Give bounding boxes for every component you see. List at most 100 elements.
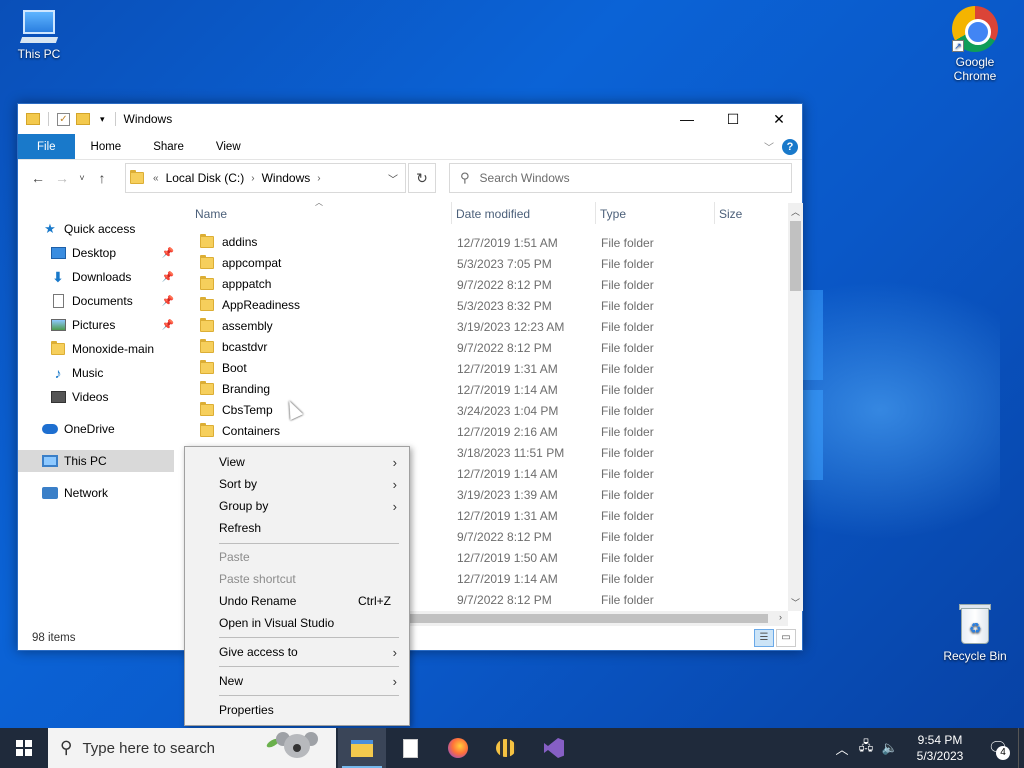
menu-item-new[interactable]: New › xyxy=(185,670,409,692)
chevron-right-icon[interactable]: › xyxy=(251,173,254,184)
file-row[interactable]: CbsTemp 3/24/2023 1:04 PM File folder xyxy=(188,400,788,421)
file-type: File folder xyxy=(601,425,654,439)
file-row[interactable]: AppReadiness 5/3/2023 8:32 PM File folder xyxy=(188,295,788,316)
menu-item-undo-rename[interactable]: Undo Rename Ctrl+Z xyxy=(185,590,409,612)
koala-search-highlight-icon[interactable] xyxy=(265,730,330,766)
file-row[interactable]: assembly 3/19/2023 12:23 AM File folder xyxy=(188,316,788,337)
help-icon[interactable]: ? xyxy=(782,138,798,155)
taskbar-search-box[interactable]: ⚲ Type here to search xyxy=(48,728,336,768)
taskbar-notepad[interactable] xyxy=(386,728,434,768)
address-bar[interactable]: « Local Disk (C:) › Windows › ﹀ xyxy=(125,163,406,193)
details-view-icon[interactable]: ☰ xyxy=(754,629,774,647)
scroll-thumb[interactable] xyxy=(408,614,768,623)
nav-downloads[interactable]: ⬇ Downloads 📌 xyxy=(50,266,174,288)
tab-share[interactable]: Share xyxy=(137,134,200,159)
column-divider[interactable] xyxy=(451,202,452,224)
file-row[interactable]: addins 12/7/2019 1:51 AM File folder xyxy=(188,232,788,253)
nav-network[interactable]: Network xyxy=(42,482,178,504)
chevron-right-icon[interactable]: › xyxy=(317,173,320,184)
properties-quick-icon[interactable]: ✓ xyxy=(57,112,70,126)
nav-this-pc[interactable]: This PC xyxy=(18,450,174,472)
recent-locations-chevron-icon[interactable]: ˅ xyxy=(74,173,90,183)
desktop-icon-recycle-bin[interactable]: ♻ Recycle Bin xyxy=(940,602,1010,663)
file-row[interactable]: bcastdvr 9/7/2022 8:12 PM File folder xyxy=(188,337,788,358)
search-input[interactable]: ⚲ Search Windows xyxy=(449,163,792,193)
nav-pictures[interactable]: Pictures 📌 xyxy=(50,314,174,336)
pin-icon[interactable]: 📌 xyxy=(162,296,174,307)
menu-item-sort-by[interactable]: Sort by › xyxy=(185,473,409,495)
tab-view[interactable]: View xyxy=(200,134,257,159)
column-header-size[interactable]: Size xyxy=(719,204,779,224)
column-divider[interactable] xyxy=(714,202,715,224)
column-divider[interactable] xyxy=(595,202,596,224)
network-status-icon[interactable]: 🖧 xyxy=(854,737,878,759)
start-button[interactable] xyxy=(0,728,48,768)
menu-item-paste-shortcut[interactable]: Paste shortcut xyxy=(185,568,409,590)
customize-toolbar-icon[interactable]: ▾ xyxy=(100,114,105,125)
scroll-thumb[interactable] xyxy=(790,221,801,291)
address-dropdown-icon[interactable]: ﹀ xyxy=(381,171,405,186)
menu-item-paste[interactable]: Paste xyxy=(185,546,409,568)
action-center-button[interactable]: 🗨 4 xyxy=(978,728,1018,768)
nav-monoxide-main[interactable]: Monoxide-main xyxy=(50,338,174,360)
clock[interactable]: 9:54 PM 5/3/2023 xyxy=(902,732,978,764)
file-type: File folder xyxy=(601,404,654,418)
scroll-up-icon[interactable]: ︿ xyxy=(788,205,803,218)
nav-videos[interactable]: Videos xyxy=(50,386,174,408)
show-desktop-button[interactable] xyxy=(1018,728,1024,768)
nav-onedrive[interactable]: OneDrive xyxy=(42,418,178,440)
file-row[interactable]: Branding 12/7/2019 1:14 AM File folder xyxy=(188,379,788,400)
show-hidden-icons-chevron-icon[interactable]: ︿ xyxy=(830,739,854,758)
address-overflow[interactable]: « xyxy=(153,173,159,184)
nav-documents[interactable]: Documents 📌 xyxy=(50,290,174,312)
volume-icon[interactable]: 🔈 xyxy=(878,740,902,756)
breadcrumb-windows[interactable]: Windows xyxy=(262,171,311,185)
menu-item-open-in-visual-studio[interactable]: Open in Visual Studio xyxy=(185,612,409,634)
nav-quick-access[interactable]: ★ Quick access xyxy=(42,218,178,240)
large-icons-view-icon[interactable]: ▭ xyxy=(776,629,796,647)
file-type: File folder xyxy=(601,446,654,460)
file-row[interactable]: appcompat 5/3/2023 7:05 PM File folder xyxy=(188,253,788,274)
tab-home[interactable]: Home xyxy=(75,134,138,159)
breadcrumb-local-disk[interactable]: Local Disk (C:) xyxy=(166,171,245,185)
file-row[interactable]: apppatch 9/7/2022 8:12 PM File folder xyxy=(188,274,788,295)
taskbar-visual-studio[interactable] xyxy=(530,728,578,768)
column-header-date-modified[interactable]: Date modified xyxy=(456,204,592,224)
file-row[interactable]: Boot 12/7/2019 1:31 AM File folder xyxy=(188,358,788,379)
menu-item-give-access-to[interactable]: Give access to › xyxy=(185,641,409,663)
new-folder-quick-icon[interactable] xyxy=(76,113,90,125)
pin-icon[interactable]: 📌 xyxy=(162,320,174,331)
close-button[interactable]: ✕ xyxy=(756,104,802,134)
file-type: File folder xyxy=(601,278,654,292)
maximize-button[interactable]: ☐ xyxy=(710,104,756,134)
expand-ribbon-icon[interactable]: ﹀ xyxy=(764,139,774,154)
scroll-right-icon[interactable]: › xyxy=(773,612,788,622)
column-header-type[interactable]: Type xyxy=(600,204,712,224)
refresh-button[interactable]: ↻ xyxy=(408,163,436,193)
minimize-button[interactable]: — xyxy=(664,104,710,134)
taskbar-firefox[interactable] xyxy=(434,728,482,768)
pin-icon[interactable]: 📌 xyxy=(162,248,174,259)
title-bar[interactable]: ✓ ▾ Windows — ☐ ✕ xyxy=(18,104,802,134)
taskbar-file-explorer[interactable] xyxy=(338,728,386,768)
scroll-down-icon[interactable]: ﹀ xyxy=(788,596,803,609)
up-arrow-icon[interactable]: ↑ xyxy=(90,170,114,186)
tab-file[interactable]: File xyxy=(18,134,75,159)
forward-arrow-icon[interactable]: → xyxy=(50,170,74,186)
visual-studio-icon xyxy=(544,738,564,758)
nav-desktop[interactable]: Desktop 📌 xyxy=(50,242,174,264)
taskbar-bee-app[interactable] xyxy=(482,728,530,768)
pin-icon[interactable]: 📌 xyxy=(162,272,174,283)
column-header-name[interactable]: Name xyxy=(195,204,451,224)
menu-item-properties[interactable]: Properties xyxy=(185,699,409,721)
back-arrow-icon[interactable]: ← xyxy=(26,170,50,186)
menu-item-refresh[interactable]: Refresh xyxy=(185,517,409,539)
nav-music[interactable]: ♪ Music xyxy=(50,362,174,384)
vertical-scrollbar[interactable]: ︿ ﹀ xyxy=(788,203,803,611)
file-row[interactable]: Containers 12/7/2019 2:16 AM File folder xyxy=(188,421,788,442)
desktop-icon-this-pc[interactable]: This PC xyxy=(4,10,74,61)
desktop-icon-google-chrome[interactable]: ↗ Google Chrome xyxy=(940,6,1010,83)
menu-item-view[interactable]: View › xyxy=(185,451,409,473)
menu-item-group-by[interactable]: Group by › xyxy=(185,495,409,517)
menu-label: New xyxy=(219,674,244,688)
